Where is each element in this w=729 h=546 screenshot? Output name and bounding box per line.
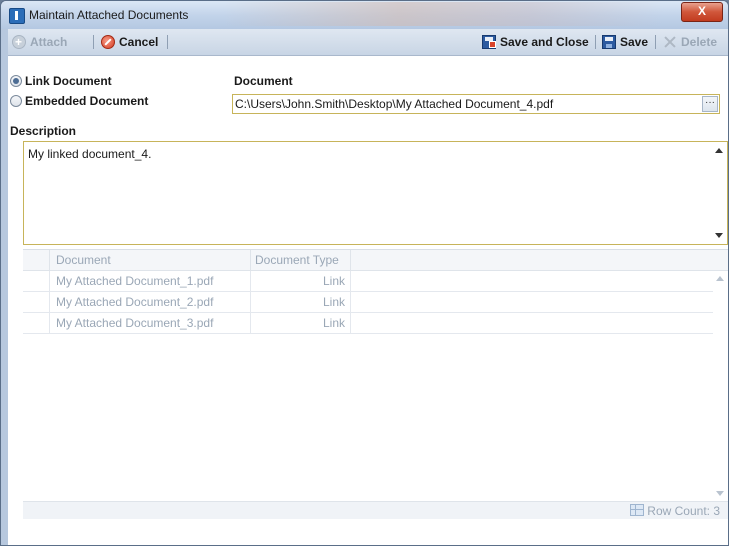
app-icon xyxy=(9,8,25,24)
grid-header: Document Document Type xyxy=(23,250,728,271)
window-border xyxy=(1,29,8,545)
dialog-body: Attach Cancel Save and Close Save Delete… xyxy=(8,29,728,545)
toolbar-separator xyxy=(595,35,596,49)
column-header-document-type[interactable]: Document Type xyxy=(251,250,351,270)
table-row[interactable]: My Attached Document_3.pdf Link xyxy=(23,313,713,334)
toolbar-separator xyxy=(655,35,656,49)
link-document-radio[interactable]: Link Document xyxy=(10,73,112,89)
link-document-label: Link Document xyxy=(25,74,112,88)
cancel-button[interactable]: Cancel xyxy=(101,34,158,50)
radio-unchecked-icon xyxy=(10,95,22,107)
description-textarea[interactable]: My linked document_4. xyxy=(23,141,728,245)
description-scrollbar[interactable] xyxy=(711,142,727,244)
toolbar-separator xyxy=(93,35,94,49)
embedded-document-label: Embedded Document xyxy=(25,94,149,108)
save-close-icon xyxy=(482,35,496,49)
cell-document[interactable]: My Attached Document_1.pdf xyxy=(50,271,251,291)
toolbar-separator xyxy=(167,35,168,49)
document-path-field[interactable]: C:\Users\John.Smith\Desktop\My Attached … xyxy=(232,94,720,114)
toolbar: Attach Cancel Save and Close Save Delete xyxy=(8,29,728,56)
save-and-close-button[interactable]: Save and Close xyxy=(482,34,589,50)
row-indicator-header xyxy=(23,250,50,270)
save-label: Save xyxy=(620,35,649,49)
cell-document-type[interactable]: Link xyxy=(251,292,351,312)
window-title: Maintain Attached Documents xyxy=(29,8,189,22)
cancel-icon xyxy=(101,35,115,49)
title-glass-decoration xyxy=(223,2,663,26)
scroll-up-icon[interactable] xyxy=(715,148,723,153)
browse-button[interactable]: ··· xyxy=(702,96,718,112)
scroll-up-icon[interactable] xyxy=(716,276,724,281)
cell-document[interactable]: My Attached Document_3.pdf xyxy=(50,313,251,333)
save-button[interactable]: Save xyxy=(602,34,648,50)
dialog-window: Maintain Attached Documents X Attach Can… xyxy=(0,0,729,546)
document-path-value: C:\Users\John.Smith\Desktop\My Attached … xyxy=(235,97,554,111)
grid-icon xyxy=(630,504,645,516)
row-count-text: Row Count: 3 xyxy=(647,504,720,518)
column-header-document[interactable]: Document xyxy=(50,250,251,270)
row-indicator[interactable] xyxy=(23,292,50,312)
description-text: My linked document_4. xyxy=(28,147,152,161)
cell-document[interactable]: My Attached Document_2.pdf xyxy=(50,292,251,312)
attach-button[interactable]: Attach xyxy=(12,34,67,50)
save-close-label: Save and Close xyxy=(500,35,589,49)
radio-checked-icon xyxy=(10,75,22,87)
embedded-document-radio[interactable]: Embedded Document xyxy=(10,93,148,109)
attach-label: Attach xyxy=(30,35,68,49)
grid-body: My Attached Document_1.pdf Link My Attac… xyxy=(23,271,713,334)
documents-grid: Document Document Type My Attached Docum… xyxy=(23,249,728,519)
description-label: Description xyxy=(10,124,77,138)
row-indicator[interactable] xyxy=(23,271,50,291)
row-count: Row Count: 3 xyxy=(630,504,720,518)
scroll-down-icon[interactable] xyxy=(715,233,723,238)
document-label: Document xyxy=(234,74,293,88)
delete-label: Delete xyxy=(681,35,718,49)
row-indicator[interactable] xyxy=(23,313,50,333)
attach-icon xyxy=(12,34,26,50)
table-row[interactable]: My Attached Document_1.pdf Link xyxy=(23,271,713,292)
delete-button[interactable]: Delete xyxy=(663,34,717,50)
grid-status-bar: Row Count: 3 xyxy=(23,501,728,519)
close-button[interactable]: X xyxy=(681,2,723,22)
save-icon xyxy=(602,35,616,49)
cell-document-type[interactable]: Link xyxy=(251,313,351,333)
cancel-label: Cancel xyxy=(119,35,159,49)
cell-document-type[interactable]: Link xyxy=(251,271,351,291)
grid-scrollbar[interactable] xyxy=(713,271,728,501)
title-bar[interactable]: Maintain Attached Documents X xyxy=(1,1,728,29)
delete-icon xyxy=(663,35,677,49)
scroll-down-icon[interactable] xyxy=(716,491,724,496)
table-row[interactable]: My Attached Document_2.pdf Link xyxy=(23,292,713,313)
